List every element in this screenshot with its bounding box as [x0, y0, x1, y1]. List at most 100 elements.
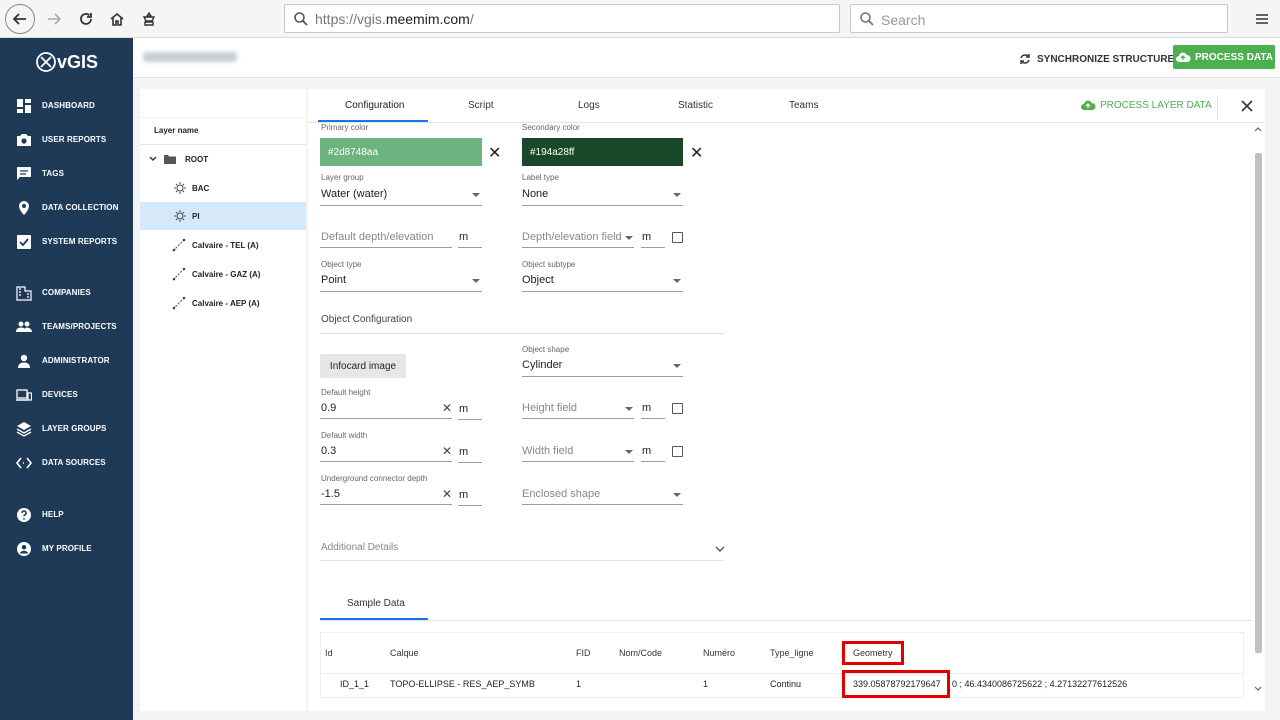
chevron-down-icon[interactable] — [715, 546, 725, 553]
sidebar-item-administrator[interactable]: ADMINISTRATOR — [0, 346, 133, 376]
depth-field-checkbox[interactable] — [672, 232, 683, 243]
tree-node-calvaire-gaz[interactable]: Calvaire - GAZ (A) — [140, 260, 306, 288]
dropdown-caret-icon — [472, 193, 480, 197]
cell-geometry-rest: 0 ; 46.4340086725622 ; 4.27132277612526 — [952, 679, 1128, 689]
column-header-id[interactable]: Id — [325, 648, 333, 658]
process-layer-data-button[interactable]: PROCESS LAYER DATA — [1080, 99, 1212, 111]
vgis-logo[interactable]: vGIS — [0, 38, 133, 86]
sidebar-item-my-profile[interactable]: MY PROFILE — [0, 534, 133, 564]
scroll-down-icon[interactable] — [1254, 686, 1262, 692]
height-field-select[interactable]: Height field — [522, 402, 577, 414]
infocard-image-button[interactable]: Infocard image — [320, 354, 406, 378]
tree-node-calvaire-aep[interactable]: Calvaire - AEP (A) — [140, 289, 306, 317]
extensions-button[interactable] — [135, 5, 163, 33]
tab-logs[interactable]: Logs — [578, 100, 600, 111]
column-header-nom-code[interactable]: Nom/Code — [619, 648, 662, 658]
sidebar-item-data-sources[interactable]: DATA SOURCES — [0, 448, 133, 478]
cell-calque: TOPO-ELLIPSE - RES_AEP_SYMB — [390, 679, 535, 689]
cell-numero: 1 — [703, 679, 709, 689]
scrollbar-thumb[interactable] — [1255, 153, 1262, 653]
tab-teams[interactable]: Teams — [789, 100, 818, 111]
tree-node-label: BAC — [192, 184, 210, 193]
back-button[interactable] — [5, 4, 35, 34]
underline — [458, 247, 482, 248]
point-layer-icon — [174, 182, 186, 194]
tab-sample-data[interactable]: Sample Data — [347, 598, 405, 609]
forward-button[interactable] — [40, 5, 68, 33]
additional-details-toggle[interactable]: Additional Details — [321, 542, 398, 553]
sidebar-item-data-collection[interactable]: DATA COLLECTION — [0, 193, 133, 223]
browser-menu-button[interactable] — [1248, 5, 1276, 33]
sidebar-item-label: HELP — [42, 510, 64, 519]
height-field-checkbox[interactable] — [672, 403, 683, 414]
column-header-type-ligne[interactable]: Type_ligne — [770, 648, 814, 658]
label-type-select[interactable]: None — [522, 188, 548, 200]
tab-script[interactable]: Script — [468, 100, 494, 111]
sidebar-item-label: ADMINISTRATOR — [42, 356, 110, 365]
enclosed-shape-select[interactable]: Enclosed shape — [522, 488, 600, 500]
column-header-numero[interactable]: Numéro — [703, 648, 735, 658]
unit-label: m — [459, 403, 469, 415]
layer-group-label: Layer group — [321, 173, 364, 182]
clear-secondary-color-icon[interactable]: ✕ — [690, 143, 703, 163]
logo-text: vGIS — [56, 51, 99, 72]
synchronize-structure-button[interactable]: SYNCHRONIZE STRUCTURE — [1018, 50, 1174, 68]
tree-node-root[interactable]: ROOT — [140, 145, 306, 173]
close-icon[interactable] — [1241, 100, 1253, 112]
width-field-select[interactable]: Width field — [522, 445, 573, 457]
active-tab-indicator — [318, 120, 428, 122]
clear-primary-color-icon[interactable]: ✕ — [488, 143, 501, 163]
column-header-fid[interactable]: FID — [576, 648, 591, 658]
primary-color-swatch[interactable]: #2d8748aa — [320, 138, 482, 166]
column-header-calque[interactable]: Calque — [390, 648, 419, 658]
process-data-button[interactable]: PROCESS DATA — [1173, 45, 1275, 69]
sidebar-item-tags[interactable]: TAGS — [0, 159, 133, 189]
geometry-header-highlight — [842, 641, 904, 665]
home-button[interactable] — [103, 5, 131, 33]
browser-search-input[interactable]: Search — [850, 4, 1228, 33]
object-type-label: Object type — [321, 260, 362, 269]
search-icon — [860, 12, 874, 26]
sidebar-item-system-reports[interactable]: SYSTEM REPORTS — [0, 227, 133, 257]
line-layer-icon — [172, 238, 186, 252]
tree-node-label: Calvaire - TEL (A) — [192, 241, 259, 250]
clear-height-icon[interactable]: ✕ — [442, 401, 452, 415]
chevron-down-icon — [149, 156, 157, 161]
connector-depth-input[interactable]: -1.5 — [321, 488, 340, 500]
back-arrow-icon — [12, 13, 26, 25]
default-width-input[interactable]: 0.3 — [321, 445, 336, 457]
clear-width-icon[interactable]: ✕ — [442, 444, 452, 458]
object-type-select[interactable]: Point — [321, 274, 346, 286]
tab-statistic[interactable]: Statistic — [678, 100, 713, 111]
sidebar-item-layer-groups[interactable]: LAYER GROUPS — [0, 414, 133, 444]
sidebar-item-user-reports[interactable]: USER REPORTS — [0, 125, 133, 155]
sidebar-item-label: DATA COLLECTION — [42, 203, 119, 212]
underline — [320, 205, 482, 206]
unit-label: m — [459, 446, 469, 458]
default-height-input[interactable]: 0.9 — [321, 402, 336, 414]
layers-icon — [16, 422, 32, 437]
secondary-color-swatch[interactable]: #194a28ff — [522, 138, 683, 166]
underline — [320, 247, 452, 248]
scroll-up-icon[interactable] — [1254, 126, 1262, 132]
layer-group-select[interactable]: Water (water) — [321, 188, 387, 200]
sidebar-item-companies[interactable]: COMPANIES — [0, 278, 133, 308]
clear-connector-depth-icon[interactable]: ✕ — [442, 487, 452, 501]
sidebar-item-help[interactable]: HELP — [0, 500, 133, 530]
tree-node-calvaire-tel[interactable]: Calvaire - TEL (A) — [140, 231, 306, 259]
tree-node-bac[interactable]: BAC — [140, 174, 306, 202]
tab-configuration[interactable]: Configuration — [345, 100, 404, 111]
sidebar-item-devices[interactable]: DEVICES — [0, 380, 133, 410]
address-bar[interactable]: https://vgis.meemim.com/ — [284, 4, 840, 33]
depth-field-select[interactable]: Depth/elevation field — [522, 231, 622, 243]
default-depth-input[interactable]: Default depth/elevation — [321, 231, 434, 243]
width-field-checkbox[interactable] — [672, 446, 683, 457]
tree-node-pi-selected[interactable]: PI — [140, 202, 306, 230]
reload-button[interactable] — [72, 5, 100, 33]
object-subtype-select[interactable]: Object — [522, 274, 554, 286]
unit-label: m — [642, 231, 652, 243]
secondary-color-value: #194a28ff — [530, 147, 575, 158]
sidebar-item-dashboard[interactable]: DASHBOARD — [0, 91, 133, 121]
sidebar-item-teams-projects[interactable]: TEAMS/PROJECTS — [0, 312, 133, 342]
object-shape-select[interactable]: Cylinder — [522, 359, 562, 371]
